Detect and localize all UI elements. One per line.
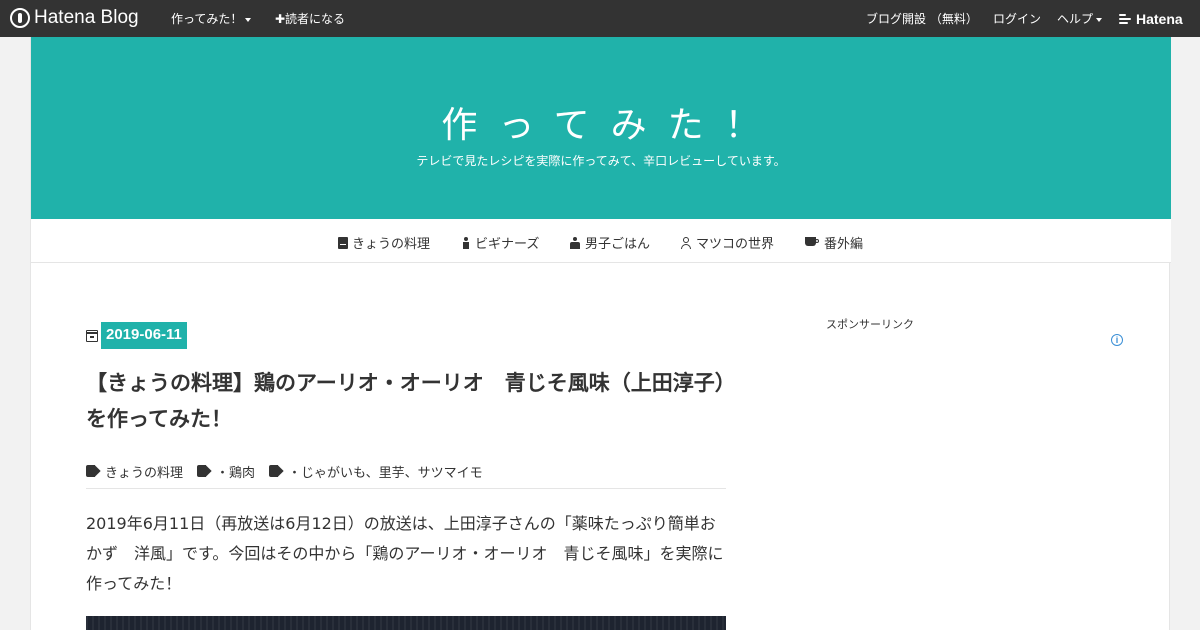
blog-header: 作ってみた！ テレビで見たレシピを実際に作ってみて、辛口レビューしています。	[31, 37, 1171, 219]
coffee-icon	[805, 237, 820, 248]
category-label: 番外編	[824, 237, 864, 252]
tag-icon	[269, 465, 282, 477]
sponsor-label: スポンサーリンク	[826, 318, 914, 331]
article-photo	[86, 616, 726, 630]
help-label: ヘルプ	[1057, 12, 1094, 26]
blog-title[interactable]: 作ってみた！	[31, 96, 1171, 148]
category-nav: きょうの料理 ビギナーズ 男子ごはん マツコの世界 番外編	[31, 219, 1171, 263]
user-icon	[680, 236, 692, 249]
subscribe-button[interactable]: ✚読者になる	[275, 10, 345, 27]
category-link-beginners[interactable]: ビギナーズ	[461, 233, 539, 252]
date-badge: 2019-06-11	[101, 322, 187, 349]
article-body: 2019年6月11日（再放送は6月12日）の放送は、上田淳子さんの「薬味たっぷり…	[86, 514, 724, 593]
chevron-down-icon	[1096, 17, 1103, 22]
hatena-blog-logo-icon	[10, 8, 30, 28]
tag-link[interactable]: ・じゃがいも、里芋、サツマイモ	[269, 462, 483, 481]
category-link-matsuko[interactable]: マツコの世界	[680, 233, 774, 252]
login-link[interactable]: ログイン	[993, 10, 1041, 27]
tag-icon	[86, 465, 99, 477]
category-link-bangaihen[interactable]: 番外編	[805, 233, 863, 252]
article-tags: きょうの料理 ・鶏肉 ・じゃがいも、里芋、サツマイモ	[86, 454, 493, 488]
article-title[interactable]: 【きょうの料理】鶏のアーリオ・オーリオ 青じそ風味（上田淳子）を作ってみた！	[86, 365, 726, 437]
hatena-logo[interactable]: Hatena	[1119, 11, 1183, 27]
tag-label: ・じゃがいも、里芋、サツマイモ	[288, 465, 483, 481]
tag-icon	[197, 465, 210, 477]
category-link-kyou-no-ryouri[interactable]: きょうの料理	[338, 233, 430, 252]
blog-menu-label: 作ってみた！	[171, 12, 243, 26]
category-label: ビギナーズ	[475, 237, 540, 252]
male-icon	[569, 236, 581, 249]
book-icon	[338, 236, 348, 249]
chevron-down-icon	[245, 17, 252, 22]
blog-container: 作ってみた！ テレビで見たレシピを実際に作ってみて、辛口レビューしています。 き…	[30, 37, 1171, 630]
open-blog-link[interactable]: ブログ開設 （無料）	[866, 10, 978, 27]
tag-label: ・鶏肉	[216, 465, 256, 481]
ad-info-icon[interactable]: i	[1111, 334, 1123, 346]
hatena-global-header: Hatena Blog 作ってみた！ ✚読者になる ブログ開設 （無料） ログイ…	[0, 0, 1200, 37]
tag-link[interactable]: きょうの料理	[86, 462, 183, 481]
category-label: 男子ごはん	[585, 237, 651, 252]
article-date[interactable]: 2019-06-11	[85, 322, 187, 349]
divider	[86, 488, 726, 489]
category-label: きょうの料理	[352, 237, 431, 252]
category-link-danshi-gohan[interactable]: 男子ごはん	[569, 233, 650, 252]
blog-menu-dropdown[interactable]: 作ってみた！	[171, 10, 252, 27]
hatena-logo-text: Hatena	[1136, 11, 1183, 27]
child-icon	[461, 236, 471, 249]
subscribe-label: ✚読者になる	[275, 12, 346, 26]
hatena-blog-logo-text: Hatena Blog	[34, 7, 139, 28]
calendar-icon	[85, 329, 98, 342]
category-label: マツコの世界	[696, 237, 775, 252]
hatena-blog-logo[interactable]: Hatena Blog	[10, 7, 139, 29]
tag-link[interactable]: ・鶏肉	[197, 462, 255, 481]
hatena-logo-icon	[1119, 13, 1133, 25]
blog-description: テレビで見たレシピを実際に作ってみて、辛口レビューしています。	[416, 154, 786, 168]
help-dropdown[interactable]: ヘルプ	[1057, 10, 1103, 27]
tag-label: きょうの料理	[105, 465, 184, 481]
